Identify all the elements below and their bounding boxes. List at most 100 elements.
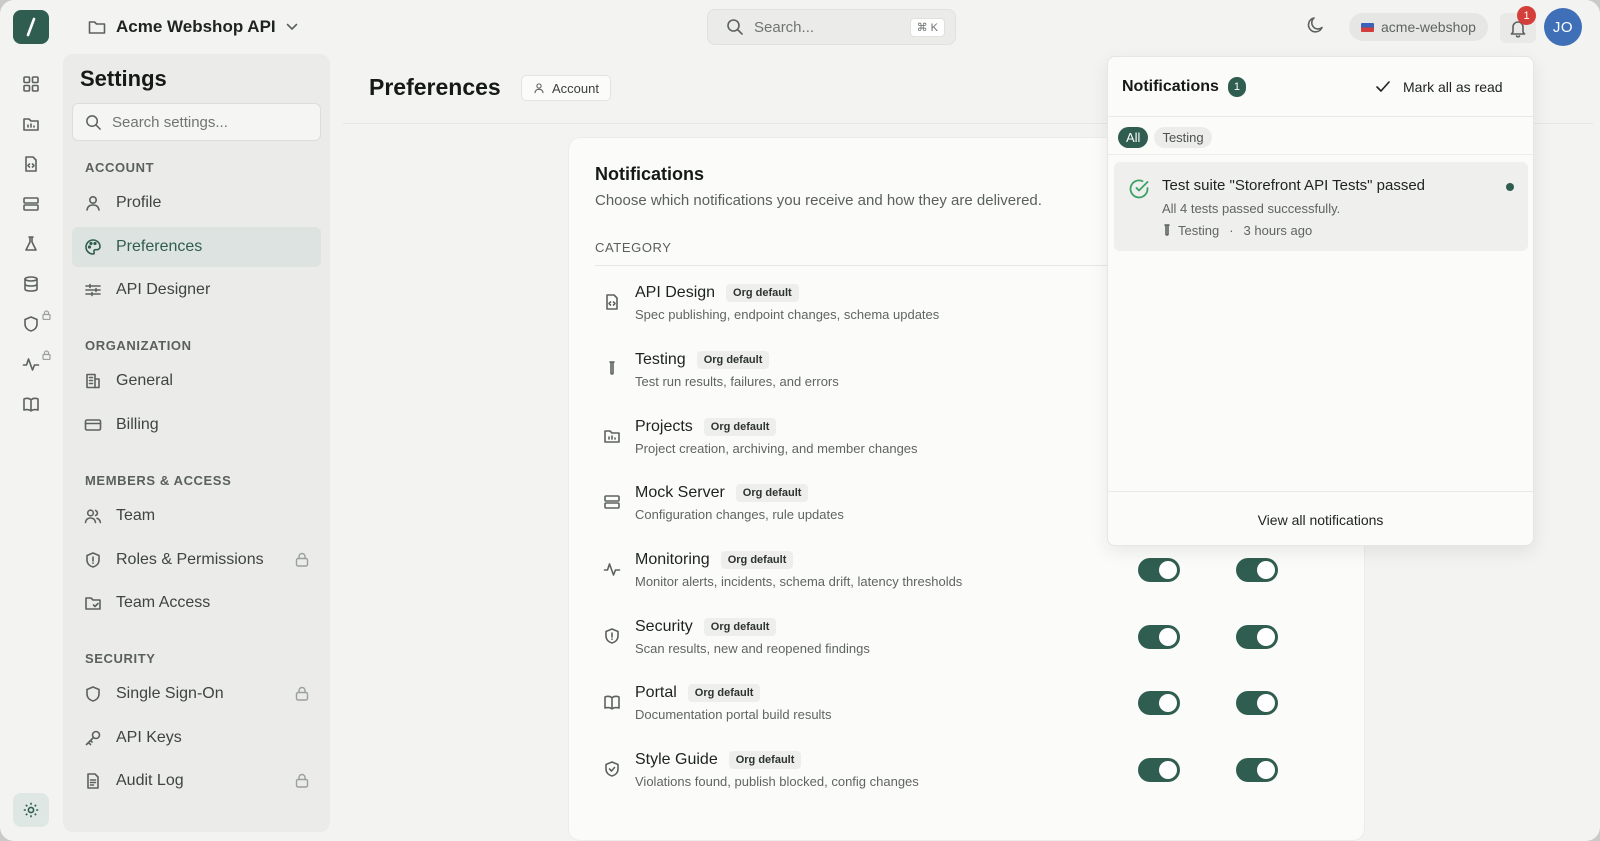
section-security: SECURITY bbox=[85, 651, 156, 666]
org-default-badge: Org default bbox=[687, 684, 761, 702]
email-toggle[interactable] bbox=[1138, 758, 1180, 782]
sidebar-item-label: Billing bbox=[116, 416, 159, 433]
sidebar-item-team-access[interactable]: Team Access bbox=[72, 583, 321, 623]
workspace-name: acme-webshop bbox=[1381, 19, 1476, 35]
shield-icon bbox=[603, 627, 621, 645]
moon-icon[interactable] bbox=[1306, 15, 1326, 35]
projects-icon[interactable] bbox=[13, 104, 49, 144]
sidebar-item-team[interactable]: Team bbox=[72, 496, 321, 536]
mock-server-icon[interactable] bbox=[13, 184, 49, 224]
in-app-toggle[interactable] bbox=[1236, 758, 1278, 782]
category-row-security: Security Org default Scan results, new an… bbox=[595, 613, 1340, 663]
lock-icon bbox=[295, 552, 309, 567]
user-icon bbox=[533, 82, 545, 94]
notification-category: Testing bbox=[1178, 223, 1220, 238]
notification-time: 3 hours ago bbox=[1243, 223, 1313, 238]
dashboard-icon[interactable] bbox=[13, 64, 49, 104]
workspace-switcher[interactable]: acme-webshop bbox=[1349, 13, 1488, 41]
tab-all[interactable]: All bbox=[1118, 127, 1149, 148]
mark-all-read-button[interactable]: Mark all as read bbox=[1375, 75, 1503, 99]
sidebar-item-profile[interactable]: Profile bbox=[72, 183, 321, 223]
sidebar-item-api-keys[interactable]: API Keys bbox=[72, 718, 321, 758]
mark-all-read-label: Mark all as read bbox=[1403, 79, 1503, 95]
category-title: Security bbox=[635, 618, 693, 635]
popover-title: Notifications bbox=[1122, 78, 1219, 95]
view-all-notifications-link[interactable]: View all notifications bbox=[1108, 491, 1533, 545]
email-toggle[interactable] bbox=[1138, 625, 1180, 649]
section-members-access: MEMBERS & ACCESS bbox=[85, 473, 232, 488]
settings-search-input[interactable]: Search settings... bbox=[72, 103, 321, 141]
credit-card-icon bbox=[84, 416, 102, 434]
settings-search-placeholder: Search settings... bbox=[112, 113, 228, 131]
palette-icon bbox=[84, 238, 102, 256]
sidebar-item-label: Roles & Permissions bbox=[116, 551, 264, 568]
search-icon bbox=[726, 18, 744, 36]
email-toggle[interactable] bbox=[1138, 558, 1180, 582]
sidebar-item-preferences[interactable]: Preferences bbox=[72, 227, 321, 267]
folder-icon bbox=[88, 19, 106, 35]
project-switcher[interactable]: Acme Webshop API bbox=[88, 14, 298, 40]
sidebar-item-sso[interactable]: Single Sign-On bbox=[72, 674, 321, 714]
in-app-toggle[interactable] bbox=[1236, 691, 1278, 715]
chevron-down-icon bbox=[286, 23, 298, 31]
email-toggle[interactable] bbox=[1138, 691, 1180, 715]
in-app-toggle[interactable] bbox=[1236, 625, 1278, 649]
test-tube-icon bbox=[1162, 223, 1172, 238]
users-icon bbox=[84, 507, 102, 525]
category-row-style-guide: Style Guide Org default Violations found,… bbox=[595, 746, 1340, 796]
category-title: Style Guide bbox=[635, 751, 718, 768]
unread-dot bbox=[1506, 183, 1514, 191]
testing-icon[interactable] bbox=[13, 224, 49, 264]
shield-icon bbox=[84, 551, 102, 569]
scope-chip-account[interactable]: Account bbox=[521, 75, 611, 101]
org-default-badge: Org default bbox=[728, 751, 802, 769]
tab-testing[interactable]: Testing bbox=[1154, 127, 1212, 148]
global-search[interactable]: Search... ⌘ K bbox=[707, 9, 956, 45]
org-default-badge: Org default bbox=[703, 618, 777, 636]
monitoring-icon[interactable] bbox=[13, 344, 51, 384]
sidebar-item-label: API Keys bbox=[116, 729, 182, 746]
sidebar-item-api-designer[interactable]: API Designer bbox=[72, 270, 321, 310]
category-description: Test run results, failures, and errors bbox=[635, 374, 839, 389]
in-app-toggle[interactable] bbox=[1236, 558, 1278, 582]
sidebar-item-billing[interactable]: Billing bbox=[72, 405, 321, 445]
notification-meta: Testing · 3 hours ago bbox=[1162, 223, 1312, 238]
avatar[interactable]: JO bbox=[1544, 8, 1582, 46]
database-icon[interactable] bbox=[13, 264, 49, 304]
category-description: Configuration changes, rule updates bbox=[635, 507, 844, 522]
category-description: Spec publishing, endpoint changes, schem… bbox=[635, 307, 940, 322]
meta-separator: · bbox=[1229, 223, 1234, 238]
app-logo[interactable] bbox=[13, 10, 49, 44]
file-text-icon bbox=[84, 772, 102, 790]
org-default-badge: Org default bbox=[735, 484, 809, 502]
category-row-monitoring: Monitoring Org default Monitor alerts, in… bbox=[595, 546, 1340, 596]
sidebar-item-audit-log[interactable]: Audit Log bbox=[72, 761, 321, 801]
category-title: Portal bbox=[635, 684, 677, 701]
api-design-icon[interactable] bbox=[13, 144, 49, 184]
sidebar-item-roles-permissions[interactable]: Roles & Permissions bbox=[72, 540, 321, 580]
org-default-badge: Org default bbox=[696, 351, 770, 369]
column-header-category: CATEGORY bbox=[595, 240, 672, 255]
notification-item[interactable]: Test suite "Storefront API Tests" passed… bbox=[1114, 162, 1528, 251]
check-icon bbox=[1375, 80, 1391, 94]
org-default-badge: Org default bbox=[726, 284, 799, 302]
category-title: Monitoring bbox=[635, 551, 710, 568]
portal-icon[interactable] bbox=[13, 384, 49, 424]
lock-icon bbox=[42, 310, 51, 320]
notification-count-badge: 1 bbox=[1517, 6, 1536, 25]
settings-gear-icon[interactable] bbox=[13, 793, 49, 827]
check-circle-icon bbox=[1128, 178, 1150, 200]
category-title: API Design bbox=[635, 284, 716, 301]
shield-icon bbox=[84, 685, 102, 703]
settings-sidebar: Settings Search settings... ACCOUNT Prof… bbox=[63, 54, 330, 832]
scope-chip-label: Account bbox=[552, 80, 599, 96]
sidebar-item-label: Preferences bbox=[116, 238, 203, 255]
lock-icon bbox=[42, 350, 51, 360]
divider bbox=[1108, 154, 1533, 155]
sidebar-item-general[interactable]: General bbox=[72, 361, 321, 401]
book-icon bbox=[603, 693, 621, 711]
test-tube-icon bbox=[603, 360, 621, 378]
popover-header: Notifications 1 Mark all as read bbox=[1108, 57, 1533, 117]
folder-check-icon bbox=[84, 594, 102, 612]
security-icon[interactable] bbox=[13, 304, 51, 344]
